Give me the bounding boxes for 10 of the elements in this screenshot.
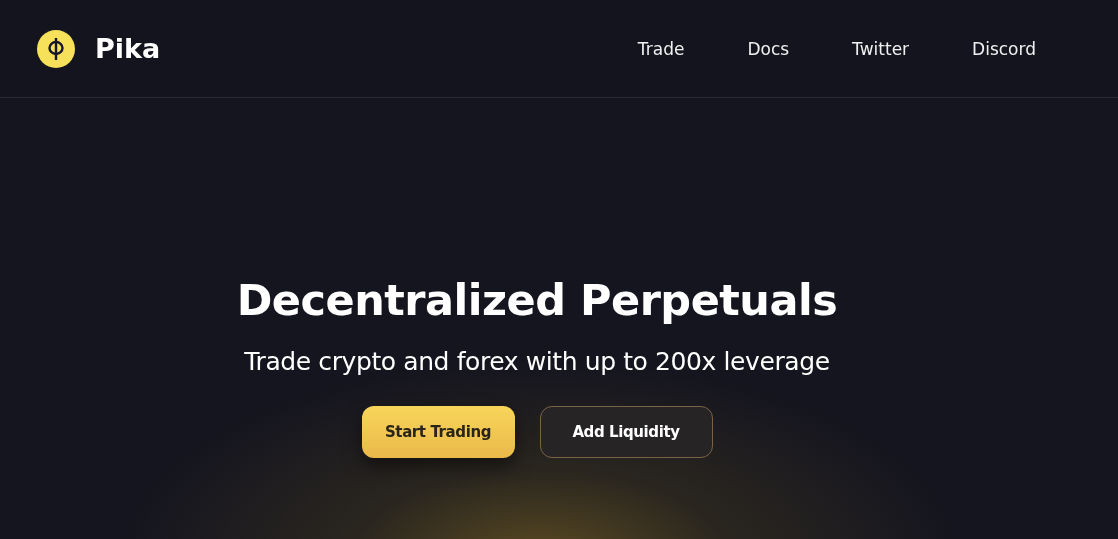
start-button[interactable]: Start Trading: [361, 406, 515, 458]
hero-subtitle: Trade crypto and forex with up to 200x leverage: [244, 347, 830, 376]
nav-link[interactable]: Docs: [747, 38, 790, 59]
brand-name[interactable]: Pika: [95, 33, 161, 64]
liquidity-button[interactable]: Add Liquidity: [539, 406, 713, 458]
nav-link[interactable]: Twitter: [852, 38, 910, 59]
hero-title: Decentralized Perpetuals: [236, 275, 838, 325]
nav-link[interactable]: Discord: [972, 38, 1036, 59]
nav-link[interactable]: Trade: [637, 38, 685, 59]
logo-icon: [37, 29, 75, 68]
